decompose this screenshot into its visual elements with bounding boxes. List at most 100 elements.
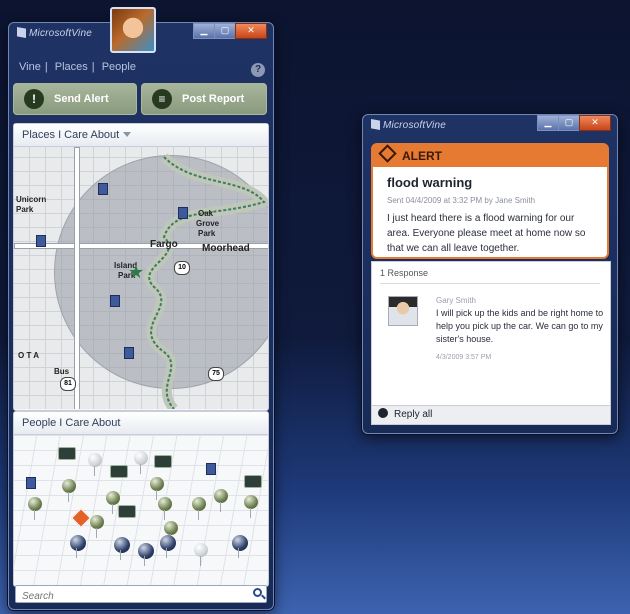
send-alert-button[interactable]: ! Send Alert <box>13 83 137 115</box>
search-icon[interactable] <box>253 588 262 597</box>
nav-links: Vine | Places | People <box>19 61 136 73</box>
minimize-button[interactable]: ▁ <box>193 23 215 39</box>
window-controls: ▁ ▢ ✕ <box>193 23 267 39</box>
person-pin[interactable] <box>134 451 148 474</box>
alert-pin-icon[interactable] <box>71 508 91 528</box>
person-pin[interactable] <box>232 535 248 558</box>
vine-main-window: MicrosoftVine ▁ ▢ ✕ Vine | Places | People… <box>8 7 274 610</box>
chevron-down-icon[interactable] <box>123 132 132 137</box>
home-star-icon[interactable]: ★ <box>128 263 144 281</box>
people-panel: People I Care About <box>13 411 269 587</box>
highway-10-shield: 10 <box>174 261 190 275</box>
reply-all-label: Reply all <box>394 409 433 420</box>
highway-75-shield: 75 <box>208 367 224 381</box>
person-pin[interactable] <box>88 453 102 476</box>
close-button[interactable]: ✕ <box>235 23 267 39</box>
responses-count: 1 Response <box>380 268 600 284</box>
map-label-unicorn: Unicorn <box>16 195 47 204</box>
nav-places[interactable]: Places <box>55 61 88 73</box>
person-pin[interactable] <box>114 537 130 560</box>
reply-icon <box>378 408 388 418</box>
reply-all-button[interactable]: Reply all <box>371 405 611 425</box>
report-doc-icon[interactable] <box>110 295 120 307</box>
report-doc-icon[interactable] <box>26 477 36 489</box>
report-doc-icon[interactable] <box>98 183 108 195</box>
places-map[interactable]: Unicorn Park Oak Grove Park Fargo Moorhe… <box>14 147 268 409</box>
message-bubble-icon[interactable] <box>110 465 128 478</box>
maximize-button[interactable]: ▢ <box>214 23 236 39</box>
message-bubble-icon[interactable] <box>58 447 76 460</box>
highway-81-shield: 81 <box>60 377 76 391</box>
map-label-grove: Grove <box>196 219 220 228</box>
vine-logo: MicrosoftVine <box>17 27 92 39</box>
post-report-label: Post Report <box>182 93 245 105</box>
responses-panel: 1 Response Gary Smith I will pick up the… <box>371 261 611 407</box>
person-pin[interactable] <box>90 515 104 538</box>
message-bubble-icon[interactable] <box>154 455 172 468</box>
report-doc-icon[interactable] <box>36 235 46 247</box>
alert-badge: ALERT <box>373 144 607 167</box>
alert-badge-label: ALERT <box>402 149 442 163</box>
person-pin[interactable] <box>106 491 120 514</box>
alert-window: MicrosoftVine ▁ ▢ ✕ ALERT flood warning … <box>362 114 618 434</box>
report-doc-icon[interactable] <box>206 463 216 475</box>
person-pin[interactable] <box>28 497 42 520</box>
people-header-label: People I Care About <box>22 417 121 429</box>
message-bubble-icon[interactable] <box>118 505 136 518</box>
logo-text: MicrosoftVine <box>383 120 446 131</box>
vine-logo: MicrosoftVine <box>371 119 446 131</box>
alert-sent-info: Sent 04/4/2009 at 3:32 PM by Jane Smith <box>387 196 536 205</box>
people-field[interactable] <box>14 435 268 585</box>
search-box <box>15 585 267 605</box>
person-pin[interactable] <box>62 479 76 502</box>
message-bubble-icon[interactable] <box>244 475 262 488</box>
user-avatar[interactable] <box>110 7 156 53</box>
person-pin[interactable] <box>214 489 228 512</box>
help-icon[interactable]: ? <box>251 63 265 77</box>
person-pin[interactable] <box>70 535 86 558</box>
person-pin[interactable] <box>138 543 154 566</box>
map-label-fargo: Fargo <box>150 239 178 250</box>
person-pin[interactable] <box>194 543 208 566</box>
maximize-button[interactable]: ▢ <box>558 115 580 131</box>
report-icon: ≡ <box>152 89 172 109</box>
response-author: Gary Smith <box>436 296 477 305</box>
alert-message: I just heard there is a flood warning fo… <box>387 213 586 254</box>
map-label-ota: O T A <box>18 351 40 360</box>
person-pin[interactable] <box>192 497 206 520</box>
person-pin[interactable] <box>150 477 164 500</box>
search-input[interactable] <box>16 588 248 605</box>
person-pin[interactable] <box>244 495 258 518</box>
report-doc-icon[interactable] <box>178 207 188 219</box>
alert-titlebar[interactable]: MicrosoftVine ▁ ▢ ✕ <box>363 115 617 137</box>
post-report-button[interactable]: ≡ Post Report <box>141 83 267 115</box>
minimize-button[interactable]: ▁ <box>537 115 559 131</box>
person-pin[interactable] <box>158 497 172 520</box>
alert-title: flood warning <box>387 175 473 190</box>
nav-people[interactable]: People <box>102 61 136 73</box>
person-pin[interactable] <box>164 521 178 544</box>
person-pin[interactable] <box>160 535 176 558</box>
places-panel: Places I Care About Unicorn Park Oak Gro… <box>13 123 269 411</box>
nav-vine[interactable]: Vine <box>19 61 41 73</box>
logo-text: MicrosoftVine <box>29 28 92 39</box>
alert-card: ALERT flood warning Sent 04/4/2009 at 3:… <box>371 143 609 259</box>
alert-icon: ! <box>24 89 44 109</box>
warning-diamond-icon <box>378 144 397 163</box>
report-doc-icon[interactable] <box>124 347 134 359</box>
vine-logo-icon <box>17 27 26 38</box>
send-alert-label: Send Alert <box>54 93 109 105</box>
cross-road <box>74 147 80 409</box>
map-label-moorhead: Moorhead <box>202 243 250 254</box>
window-controls: ▁ ▢ ✕ <box>537 115 611 131</box>
map-label-bus: Bus <box>54 367 70 376</box>
avatar <box>388 296 418 326</box>
places-header[interactable]: Places I Care About <box>14 124 268 147</box>
response-text: I will pick up the kids and be right hom… <box>436 308 604 344</box>
map-label-oak: Oak <box>198 209 214 218</box>
response-time: 4/3/2009 3:57 PM <box>436 354 492 361</box>
map-label-park2: Park <box>198 229 216 238</box>
vine-logo-icon <box>371 119 380 130</box>
close-button[interactable]: ✕ <box>579 115 611 131</box>
people-header: People I Care About <box>14 412 268 435</box>
